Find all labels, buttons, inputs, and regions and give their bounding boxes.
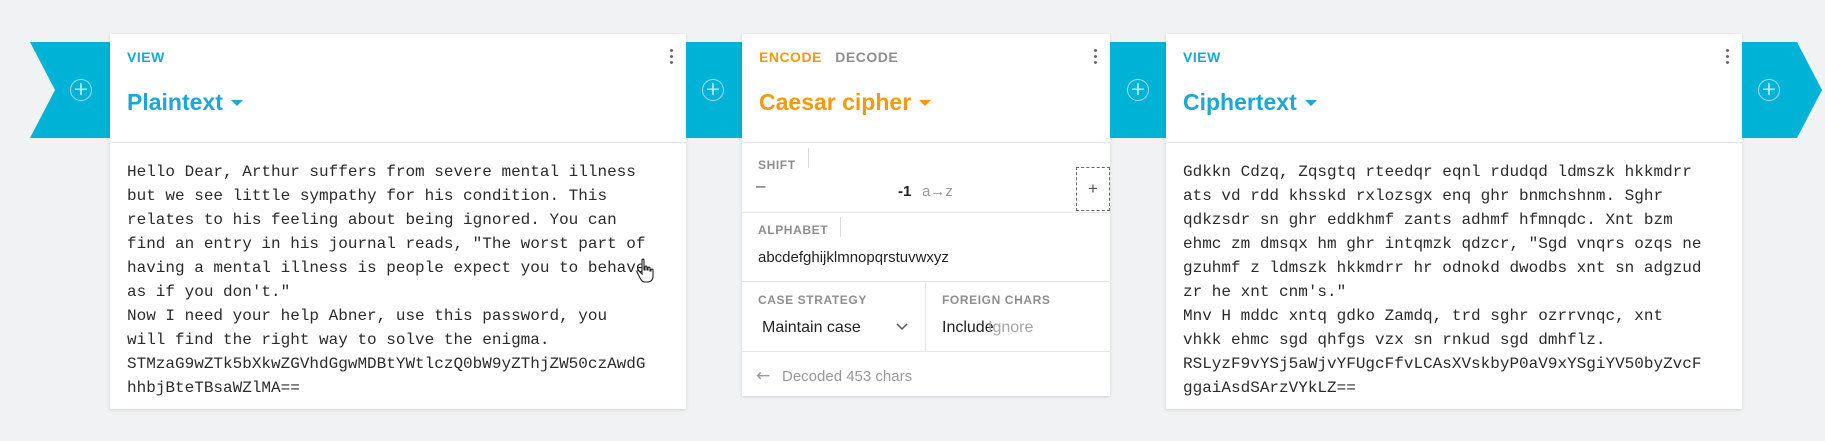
more-vert-icon[interactable] bbox=[1090, 49, 1100, 69]
text-line: gzuhmf z ldmszk hkkmdrr hr odnokd dwodbs… bbox=[1183, 259, 1702, 277]
tab-view[interactable]: VIEW bbox=[1183, 49, 1221, 65]
add-circle-icon[interactable]: + bbox=[1127, 79, 1149, 101]
hand-pointer-icon bbox=[636, 258, 654, 283]
chevron-down-icon bbox=[896, 323, 908, 331]
arrow-left-icon: ← bbox=[756, 366, 771, 386]
mode-tabs: ENCODE DECODE bbox=[759, 49, 907, 65]
alphabet-section: ALPHABET abcdefghijklmnopqrstuvwxyz bbox=[742, 213, 1110, 282]
shift-decrement-button[interactable]: – bbox=[756, 176, 765, 196]
caesar-cipher-panel: ENCODE DECODE Caesar cipher SHIFT – -1 a… bbox=[742, 34, 1110, 396]
shift-increment-button[interactable]: + bbox=[1076, 167, 1110, 211]
view-tabs: VIEW bbox=[1183, 49, 1230, 65]
text-line: zr he xnt cnm's." bbox=[1183, 283, 1347, 301]
text-line: hhbjBteTBsaWZlMA== bbox=[127, 379, 300, 397]
view-tabs: VIEW bbox=[127, 49, 174, 65]
ciphertext-textarea[interactable]: Gdkkn Cdzq, Zqsgtq rteedqr eqnl rdudqd l… bbox=[1166, 143, 1742, 400]
tab-decode[interactable]: DECODE bbox=[835, 49, 898, 65]
text-line: find an entry in his journal reads, "The… bbox=[127, 235, 646, 253]
case-strategy-select[interactable]: Maintain case bbox=[762, 319, 861, 337]
plaintext-header: VIEW Plaintext bbox=[110, 34, 686, 143]
text-line: RSLyzF9vYSj5aWjvYFUgcFfvLCAsXVskbyP0aV9x… bbox=[1183, 355, 1702, 373]
caret-down-icon bbox=[230, 100, 243, 106]
plaintext-format-select[interactable]: Plaintext bbox=[127, 89, 243, 116]
shift-value[interactable]: -1 bbox=[898, 183, 911, 200]
panel-title: Plaintext bbox=[127, 89, 223, 115]
panel-title: Caesar cipher bbox=[759, 89, 912, 115]
text-line: ehmc zm dmsqx hm ghr intqmzk qdzcr, "Sgd… bbox=[1183, 235, 1702, 253]
text-line: as if you don't." bbox=[127, 283, 291, 301]
divider bbox=[840, 217, 841, 237]
ignore-option[interactable]: Ignore bbox=[988, 319, 1033, 337]
text-line: but we see little sympathy for his condi… bbox=[127, 187, 608, 205]
add-circle-icon[interactable]: + bbox=[702, 79, 724, 101]
shift-range: a→z bbox=[922, 183, 953, 200]
alphabet-input[interactable]: abcdefghijklmnopqrstuvwxyz bbox=[758, 249, 949, 266]
text-line: Hello Dear, Arthur suffers from severe m… bbox=[127, 163, 636, 181]
ciphertext-header: VIEW Ciphertext bbox=[1166, 34, 1742, 143]
alphabet-label: ALPHABET bbox=[758, 223, 829, 237]
shift-label: SHIFT bbox=[758, 158, 796, 172]
tab-view[interactable]: VIEW bbox=[127, 49, 165, 65]
status-bar: ← Decoded 453 chars bbox=[742, 352, 1110, 401]
foreign-chars-field: FOREIGN CHARS Include Ignore bbox=[926, 282, 1110, 351]
text-line: ats vd rdd khsskd rxlozsgx enq ghr bnmch… bbox=[1183, 187, 1664, 205]
shift-section: SHIFT – -1 a→z + bbox=[742, 143, 1110, 213]
plaintext-textarea[interactable]: Hello Dear, Arthur suffers from severe m… bbox=[110, 143, 686, 400]
text-line: relates to his feeling about being ignor… bbox=[127, 211, 617, 229]
include-option[interactable]: Include bbox=[942, 319, 994, 337]
options-row: CASE STRATEGY Maintain case FOREIGN CHAR… bbox=[742, 282, 1110, 352]
more-vert-icon[interactable] bbox=[1722, 49, 1732, 69]
plaintext-panel: VIEW Plaintext Hello Dear, Arthur suffer… bbox=[110, 34, 686, 409]
case-strategy-label: CASE STRATEGY bbox=[758, 293, 867, 307]
cipher-select[interactable]: Caesar cipher bbox=[759, 89, 932, 116]
divider bbox=[808, 148, 809, 168]
text-line: STMzaG9wZTk5bXkwZGVhdGgwMDBtYWtlczQ0bW9y… bbox=[127, 355, 646, 373]
add-circle-icon[interactable]: + bbox=[1758, 79, 1780, 101]
ciphertext-panel: VIEW Ciphertext Gdkkn Cdzq, Zqsgtq rteed… bbox=[1166, 34, 1742, 409]
ciphertext-format-select[interactable]: Ciphertext bbox=[1183, 89, 1317, 116]
text-line: will find the right way to solve the eni… bbox=[127, 331, 550, 349]
text-line: Gdkkn Cdzq, Zqsgtq rteedqr eqnl rdudqd l… bbox=[1183, 163, 1692, 181]
status-text: Decoded 453 chars bbox=[782, 368, 913, 385]
foreign-chars-label: FOREIGN CHARS bbox=[942, 293, 1051, 307]
tab-encode[interactable]: ENCODE bbox=[759, 49, 822, 65]
cipher-header: ENCODE DECODE Caesar cipher bbox=[742, 34, 1110, 143]
text-line: vhkk ehmc sgd qhfgs vzx sn rnkud sgd dmh… bbox=[1183, 331, 1606, 349]
add-circle-icon[interactable]: + bbox=[70, 79, 92, 101]
text-line: Now I need your help Abner, use this pas… bbox=[127, 307, 608, 325]
text-line: qdkzsdr sn ghr eddkhmf zants adhmf hfmnq… bbox=[1183, 211, 1673, 229]
text-line: Mnv H mddc xntq gdko Zamdq, trd sghr ozr… bbox=[1183, 307, 1664, 325]
caret-down-icon bbox=[919, 100, 932, 106]
panel-title: Ciphertext bbox=[1183, 89, 1297, 115]
plus-icon: + bbox=[1088, 179, 1098, 198]
more-vert-icon[interactable] bbox=[666, 49, 676, 69]
text-line: having a mental illness is people expect… bbox=[127, 259, 646, 277]
case-strategy-field[interactable]: CASE STRATEGY Maintain case bbox=[742, 282, 926, 351]
caret-down-icon bbox=[1304, 100, 1317, 106]
add-operation-right-tab[interactable] bbox=[1742, 42, 1822, 138]
text-line: ggaiAsdSArzVYkLZ== bbox=[1183, 379, 1356, 397]
